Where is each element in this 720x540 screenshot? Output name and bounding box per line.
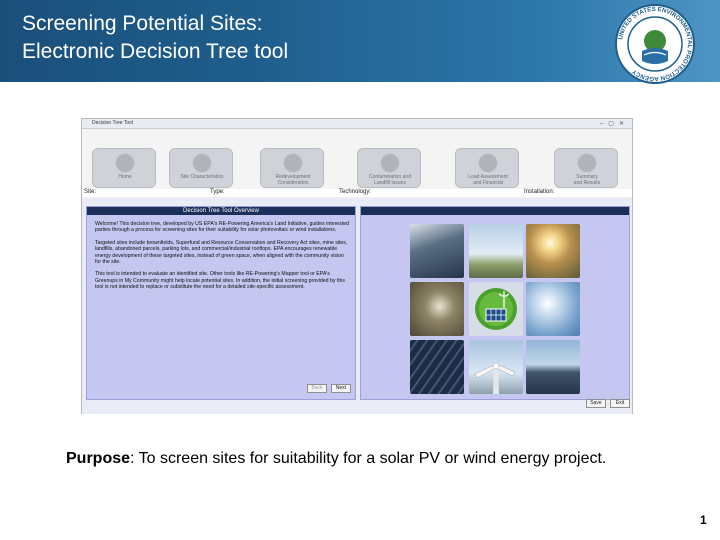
overview-text: Welcome! This decision tree, developed b… [95, 221, 351, 297]
building-icon [192, 153, 212, 173]
document-icon [380, 153, 400, 173]
window-controls[interactable]: –▢✕ [600, 120, 629, 127]
gear-icon [577, 153, 597, 173]
technology-label: Technology: [339, 189, 372, 195]
installation-label: Installation: [524, 189, 555, 195]
page-number: 1 [700, 513, 707, 527]
nav-label: Summary and Results [573, 174, 601, 186]
type-label: Type: [210, 189, 225, 195]
nav-contamination-button[interactable]: Contamination and Landfill Issues [357, 148, 421, 188]
network-icon [283, 153, 303, 173]
purpose-statement: Purpose: To screen sites for suitability… [66, 448, 656, 469]
overview-paragraph: This tool is intended to evaluate an ide… [95, 271, 345, 291]
nav-label: Site Characteristics [180, 174, 224, 180]
nav-label: Redevelopment Consideration [275, 174, 311, 186]
image-panel-header [361, 207, 629, 215]
slide-title: Screening Potential Sites: Electronic De… [22, 12, 289, 63]
window-title: Decision Tree Tool [92, 120, 134, 126]
tool-content: Decision Tree Tool Overview Welcome! Thi… [82, 198, 632, 414]
solar-panels-image [410, 224, 464, 278]
back-button[interactable]: Back [307, 384, 327, 393]
overview-paragraph: Welcome! This decision tree, developed b… [95, 221, 349, 234]
nav-label: Contamination and Landfill Issues [369, 174, 411, 186]
turbine-closeup-image [469, 340, 523, 394]
nav-summary-button[interactable]: Summary and Results [554, 148, 618, 188]
sky-clouds-image [526, 282, 580, 336]
solar-farm-image [526, 340, 580, 394]
decision-tree-window: Decision Tree Tool –▢✕ Home Site Charact… [81, 118, 633, 414]
nav-home-button[interactable]: Home [92, 148, 156, 188]
site-label: Site: [84, 189, 97, 195]
overview-panel: Decision Tree Tool Overview Welcome! Thi… [86, 206, 356, 400]
exit-button[interactable]: Exit [610, 399, 630, 408]
purpose-label: Purpose [66, 450, 131, 467]
save-button[interactable]: Save [586, 399, 606, 408]
nav-redevelopment-button[interactable]: Redevelopment Consideration [260, 148, 324, 188]
purpose-text: : To screen sites for suitability for a … [130, 450, 607, 467]
window-titlebar: Decision Tree Tool –▢✕ [82, 119, 632, 129]
nav-load-assessment-button[interactable]: Load Assessment and Financial [455, 148, 519, 188]
wind-turbines-image [469, 224, 523, 278]
epa-seal-icon: UNITED STATES ENVIRONMENTAL PROTECTION A… [615, 4, 695, 84]
overview-heading: Decision Tree Tool Overview [87, 207, 355, 215]
tool-nav: Home Site Characteristics Redevelopment … [82, 130, 632, 190]
nav-site-characteristics-button[interactable]: Site Characteristics [169, 148, 233, 188]
image-panel [360, 206, 630, 400]
renewable-energy-logo-icon [469, 282, 523, 336]
chart-icon [478, 153, 498, 173]
nav-label: Load Assessment and Financial [468, 174, 508, 186]
next-button[interactable]: Next [331, 384, 351, 393]
overview-paragraph: Targeted sites include brownfields, Supe… [95, 239, 348, 266]
site-info-bar: Site: Type: Technology: Installation: [82, 189, 632, 197]
dandelion-image [410, 282, 464, 336]
solar-array-image [410, 340, 464, 394]
sunset-field-image [526, 224, 580, 278]
nav-label: Home [118, 174, 132, 180]
recycle-icon [115, 153, 135, 173]
